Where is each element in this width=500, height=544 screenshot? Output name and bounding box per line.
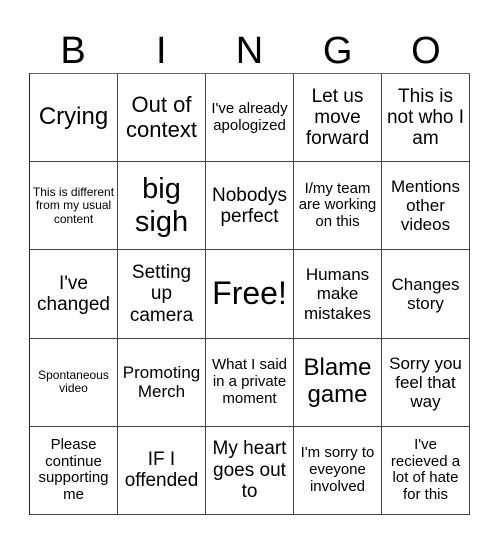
bingo-cell[interactable]: This is different from my usual content: [30, 162, 118, 251]
cell-text: I've already apologized: [211, 99, 288, 134]
cell-text: Changes story: [391, 274, 460, 313]
header-letter-g: G: [322, 30, 353, 72]
bingo-cell[interactable]: I'm sorry to eveyone involved: [294, 426, 382, 515]
bingo-cell[interactable]: Blame game: [294, 338, 382, 427]
cell-text: big sigh: [134, 173, 189, 238]
header-letter-i: I: [156, 30, 167, 72]
cell-text: Please continue supporting me: [38, 435, 109, 504]
bingo-cell[interactable]: Mentions other videos: [382, 162, 470, 251]
cell-text: This is different from my usual content: [32, 184, 115, 226]
bingo-cell[interactable]: I/my team are working on this: [294, 162, 382, 251]
cell-text: Humans make mistakes: [303, 265, 372, 323]
cell-text: I've recieved a lot of hate for this: [390, 435, 461, 504]
free-space-text: Free!: [212, 275, 287, 312]
bingo-cell[interactable]: Promoting Merch: [118, 338, 206, 427]
cell-text: Setting up camera: [129, 262, 194, 326]
bingo-cell[interactable]: big sigh: [118, 162, 206, 251]
cell-text: Crying: [38, 103, 109, 131]
bingo-grid: Crying Out of context I've already apolo…: [29, 73, 470, 515]
cell-text: I'm sorry to eveyone involved: [300, 444, 375, 495]
header-letter-n: N: [235, 30, 264, 72]
cell-text: Nobodys perfect: [212, 184, 287, 227]
bingo-cell[interactable]: Out of context: [118, 74, 206, 163]
cell-text: My heart goes out to: [212, 438, 287, 503]
cell-text: Out of context: [126, 91, 197, 142]
cell-text: What I said in a private moment: [211, 356, 288, 407]
bingo-cell[interactable]: What I said in a private moment: [206, 338, 294, 427]
header-letter-o: O: [411, 30, 441, 72]
cell-text: I/my team are working on this: [298, 179, 377, 231]
bingo-cell[interactable]: This is not who I am: [382, 74, 470, 163]
bingo-cell[interactable]: My heart goes out to: [206, 426, 294, 515]
bingo-cell[interactable]: Sorry you feel that way: [382, 338, 470, 427]
bingo-cell[interactable]: IF I offended: [118, 426, 206, 515]
cell-text: Let us move forward: [305, 85, 370, 150]
bingo-cell[interactable]: Nobodys perfect: [206, 162, 294, 251]
bingo-cell[interactable]: Setting up camera: [118, 250, 206, 339]
cell-text: I've changed: [37, 272, 110, 315]
cell-text: Blame game: [303, 354, 372, 409]
bingo-cell[interactable]: I've changed: [30, 250, 118, 339]
bingo-cell[interactable]: Let us move forward: [294, 74, 382, 163]
bingo-cell free-space[interactable]: Free!: [206, 250, 294, 339]
bingo-cell[interactable]: Spontaneous video: [30, 338, 118, 427]
cell-text: Promoting Merch: [122, 363, 201, 402]
bingo-cell[interactable]: Humans make mistakes: [294, 250, 382, 339]
bingo-cell[interactable]: Changes story: [382, 250, 470, 339]
bingo-cell[interactable]: I've recieved a lot of hate for this: [382, 426, 470, 515]
header-letter-b: B: [60, 30, 86, 72]
bingo-header: B I N G O: [29, 30, 470, 72]
bingo-cell[interactable]: Please continue supporting me: [30, 426, 118, 515]
cell-text: Mentions other videos: [391, 177, 460, 235]
cell-text: Sorry you feel that way: [389, 353, 462, 411]
cell-text: IF I offended: [124, 449, 199, 492]
cell-text: This is not who I am: [386, 85, 465, 150]
cell-text: Spontaneous video: [38, 367, 109, 396]
bingo-cell[interactable]: I've already apologized: [206, 74, 294, 163]
bingo-cell[interactable]: Crying: [30, 74, 118, 163]
